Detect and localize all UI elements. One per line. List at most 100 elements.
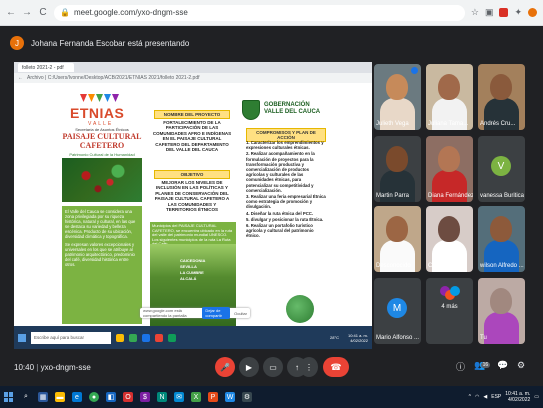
participant-name: Diana Fernández [428,193,473,199]
proyecto-header: NOMBRE DEL PROYECTO [154,110,230,119]
chat-icon[interactable]: 💬 [497,360,508,371]
participant-name: Tu [480,335,487,341]
participant-tile[interactable]: Vvanessa Buritica [478,136,525,202]
store-icon[interactable]: ◧ [106,392,116,402]
participant-name: Desconocido [376,263,411,269]
chrome-icon[interactable]: ● [89,392,99,402]
pdf-tabbar: folleto 2021-2 - pdf [14,62,372,73]
participant-name: Juliana Tama... [428,121,469,127]
extension-icon[interactable]: ▣ [485,7,494,18]
participant-video-face [386,216,408,242]
presenter-temp: 28°C [330,335,339,340]
participant-tile[interactable]: wilson Alfredo ... [478,206,525,272]
participant-video-face [386,146,408,172]
wifi-icon[interactable]: ◠ [475,394,479,400]
participant-name: Andrés Cru... [480,121,516,127]
activities-icon[interactable]: ⚙ [517,360,525,371]
system-clock[interactable]: 10:41 a. m. 4/02/2022 [505,391,530,403]
pdf-tab[interactable]: folleto 2021-2 - pdf [18,63,74,72]
onenote-icon[interactable]: N [157,392,167,402]
settings-icon[interactable]: ⚙ [242,392,252,402]
hang-up-button[interactable]: ☎ [323,357,349,377]
notifications-icon[interactable]: ▭ [534,394,539,400]
url-text: meet.google.com/yxo-dngm-sse [73,8,188,17]
windows-start-icon[interactable] [4,392,14,402]
participant-avatar: V [491,156,511,176]
gobernacion-name: GOBERNACIÓN VALLE DEL CAUCA [264,102,326,116]
brochure-page: ETNIAS VALLE Secretaría de Asuntos Étnic… [58,90,328,326]
edge-icon[interactable]: e [72,392,82,402]
back-icon[interactable]: ← [6,7,16,18]
more-options-button[interactable]: ⋮ [300,357,318,377]
search-icon[interactable]: ⌕ [21,392,31,402]
outlook-icon[interactable]: ✉ [174,392,184,402]
stop-sharing-button[interactable]: Dejar de compartir [202,307,231,319]
captions-button[interactable]: ▭ [263,357,283,377]
volume-icon[interactable]: ◀ [483,394,487,400]
brochure-middle-column: NOMBRE DEL PROYECTO FORTALECIMIENTO DE L… [148,90,236,326]
task-view-icon[interactable]: ▦ [38,392,48,402]
office-icon[interactable]: O [123,392,133,402]
puzzle-icon[interactable]: ✦ [514,7,522,18]
info-icon[interactable]: ⓘ [456,360,465,373]
participant-tile[interactable]: Desconocido [374,206,421,272]
objetivo-text: MEJORAR LOS NIVELES DE INCLUSIÓN EN LAS … [154,180,230,213]
people-count-badge: 16 [480,362,491,368]
participant-tile[interactable]: Carlos Rivera [426,206,473,272]
word-icon[interactable]: W [225,392,235,402]
dollar-icon[interactable]: $ [140,392,150,402]
hide-button[interactable]: Ocultar [234,311,247,316]
language-indicator[interactable]: ESP [491,394,501,400]
municipio-1: CAICEDONIA [180,258,206,263]
proyecto-text: FORTALECIMIENTO DE LA PARTICIPACIÓN DE L… [152,120,232,153]
patrimonio-text: Patrimonio Cultural de la Humanidad [69,152,135,157]
powerpoint-icon[interactable]: P [208,392,218,402]
participant-video-face [438,146,460,172]
excel-icon[interactable]: X [191,392,201,402]
participant-name: wilson Alfredo ... [480,263,524,269]
participant-name: Mario Alfonso ... [376,335,420,341]
more-avatars-icon [440,286,460,300]
bookmark-star-icon[interactable]: ☆ [471,7,479,18]
presenter-avatar: J [10,36,24,50]
participant-tile[interactable]: M Mario Alfonso ... [374,278,421,344]
participant-tile[interactable]: Martin Parra [374,136,421,202]
more-avatar-dot [450,286,460,296]
participant-video-face [490,216,512,242]
participant-tile[interactable]: Juliana Tama... [426,64,473,130]
camera-button[interactable]: ▶ [239,357,259,377]
presenter-excel-icon [168,333,176,342]
paisaje-title: PAISAJE CULTURAL CAFETERO [62,132,142,150]
participant-video-face [438,216,460,242]
list-item: 3. Realizar una feria empresarial Étnica… [246,194,326,210]
participant-tile[interactable]: Diana Fernández [426,136,473,202]
people-button[interactable]: 👥 16 [474,360,491,371]
brochure-left-column: ETNIAS VALLE Secretaría de Asuntos Étnic… [58,90,142,326]
address-bar[interactable]: 🔒 meet.google.com/yxo-dngm-sse [54,4,465,21]
sharing-notice-text: www.google.com está compartiendo la pant… [143,308,187,318]
tray-arrow-icon[interactable]: ^ [469,394,471,400]
presenter-time: 10:41 a. m. [347,332,368,338]
paisaje-line1: PAISAJE CULTURAL [62,132,142,141]
profile-icon[interactable] [528,8,537,17]
participant-tile[interactable]: Julieth Vega [374,64,421,130]
reload-icon[interactable]: C [38,7,48,18]
gob-line1: GOBERNACIÓN [264,102,310,108]
presenter-date: 4/02/2022 [350,337,368,343]
list-item: 5. divulgar y posicionar la ruta Étnica. [246,216,324,222]
forward-icon[interactable]: → [22,7,32,18]
presenter-taskbar: Escribe aquí para buscar 28°C 10:41 a. m… [14,326,372,349]
presenter-folder-icon [116,333,124,342]
meeting-info: 10:40 | yxo-dngm-sse [14,363,91,372]
participant-tile[interactable]: Andrés Cru... [478,64,525,130]
municipio-2: SEVILLA [180,264,197,269]
participant-tile[interactable]: Tu [478,278,525,344]
participant-avatar: M [387,298,407,318]
participant-tile[interactable]: 4 más [426,278,473,344]
system-date: 4/02/2022 [508,397,531,403]
extension-red-icon[interactable] [499,8,509,17]
mic-off-button[interactable]: 🎤 [215,357,235,377]
file-explorer-icon[interactable]: ▬ [55,392,65,402]
participant-video-face [490,74,512,100]
participant-name: Carlos Rivera [428,263,465,269]
